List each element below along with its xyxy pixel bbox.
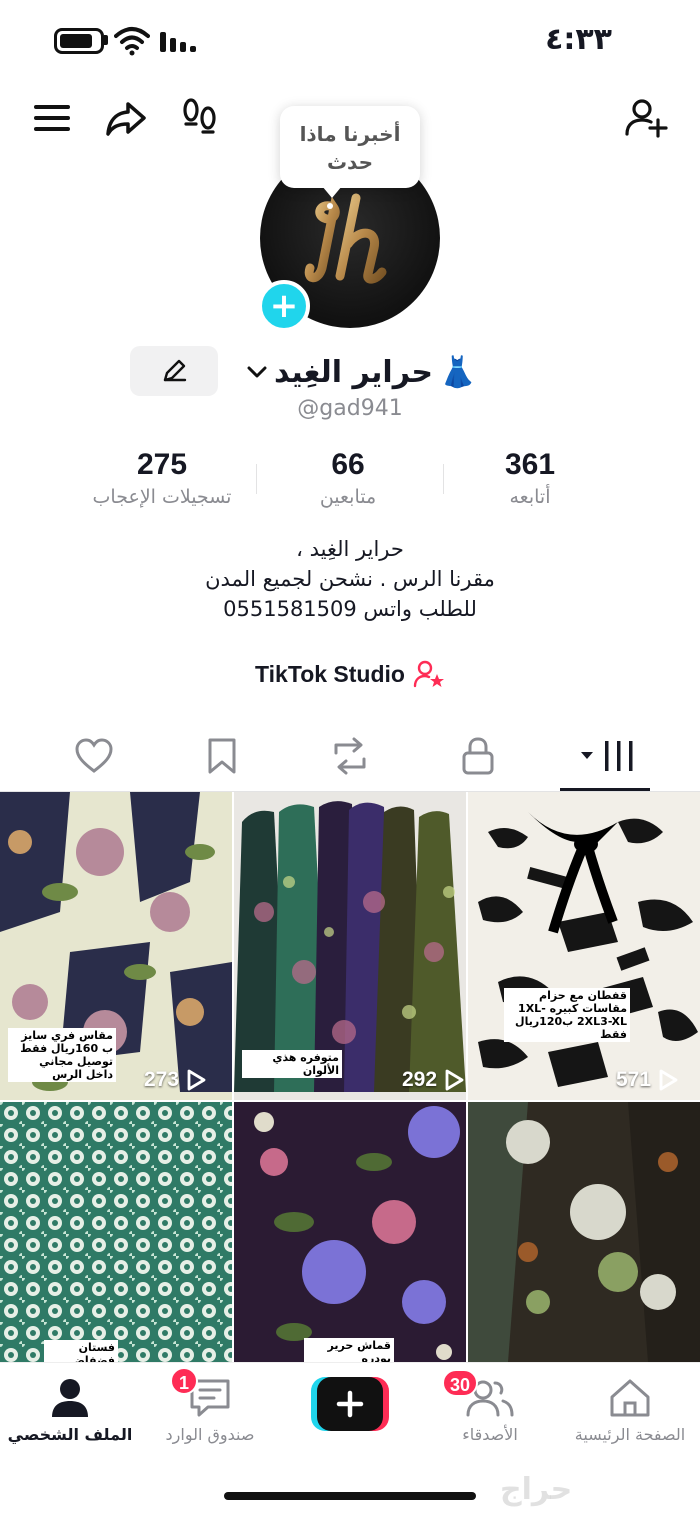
tooltip-line-1: أخبرنا ماذا (299, 122, 401, 146)
video-caption: متوفره هذي الألوان (242, 1050, 342, 1078)
edit-profile-button[interactable] (130, 346, 218, 396)
profile-icon (52, 1379, 88, 1417)
video-thumbnail-image (468, 792, 700, 1100)
tooltip-line-2: حدث (326, 150, 374, 174)
watermark: حراج (500, 1472, 573, 1507)
add-friend-icon[interactable] (624, 96, 668, 140)
video-thumbnail[interactable] (468, 1102, 700, 1362)
nav-profile[interactable]: الملف الشخصي (0, 1373, 140, 1444)
nav-friends-label: الأصدقاء (462, 1425, 518, 1444)
tab-active-indicator (560, 788, 650, 791)
status-time: ٤:٣٣ (545, 22, 612, 57)
tiktok-studio-link[interactable]: TikTok Studio (0, 660, 700, 688)
wifi-icon (114, 27, 150, 56)
battery-nub (104, 35, 108, 45)
create-plus-icon (311, 1377, 389, 1431)
stat-likes[interactable]: 275 تسجيلات الإعجاب (72, 448, 252, 508)
display-name: حراير الغِيد (274, 354, 433, 390)
share-icon[interactable] (104, 96, 148, 140)
play-icon (445, 1069, 464, 1091)
tooltip-bubble[interactable]: أخبرنا ماذا حدث (280, 106, 420, 188)
tab-liked[interactable] (64, 732, 124, 780)
tab-favorites[interactable] (192, 732, 252, 780)
view-count: 292 (402, 1068, 465, 1092)
bio: حراير الغِيد ، مقرنا الرس . نشحن لجميع ا… (0, 534, 700, 624)
repost-icon (334, 737, 366, 775)
view-count: 571 (616, 1068, 679, 1092)
inbox-badge: 1 (170, 1367, 198, 1395)
stat-following[interactable]: 361 أتابعه (440, 448, 620, 508)
stat-followers-label: متابعين (319, 486, 377, 508)
pencil-icon (163, 359, 187, 382)
video-thumbnail-image (234, 1102, 466, 1362)
stat-followers-value: 66 (331, 448, 365, 481)
stat-likes-value: 275 (136, 448, 188, 481)
friends-badge: 30 (442, 1369, 479, 1397)
menu-icon[interactable] (30, 96, 74, 140)
nav-profile-label: الملف الشخصي (7, 1425, 133, 1444)
home-icon (610, 1379, 650, 1417)
dress-emoji: 👗 (439, 354, 477, 390)
video-thumbnail[interactable]: متوفره هذي الألوان 292 (234, 792, 466, 1100)
video-thumbnail-image (0, 1102, 232, 1362)
view-count-value: 273 (144, 1068, 180, 1091)
nav-inbox-label: صندوق الوارد (165, 1425, 255, 1444)
view-count: 273 (144, 1068, 207, 1092)
bio-line-2: مقرنا الرس . نشحن لجميع المدن (205, 567, 495, 591)
video-caption: مقاس فري سايز ب 160ريال فقط توصيل مجاني … (8, 1028, 116, 1082)
video-caption: قماش حرير بودره (304, 1338, 394, 1362)
stat-following-label: أتابعه (509, 486, 551, 508)
video-thumbnail[interactable]: قفطان مع حزام مقاسات كبيره 1XL-2XL3-XL ب… (468, 792, 700, 1100)
tab-private[interactable] (448, 732, 508, 780)
display-name-row[interactable]: حراير الغِيد 👗 (246, 350, 476, 394)
play-icon (187, 1069, 206, 1091)
username: @gad941 (297, 396, 403, 421)
video-thumbnail-image (468, 1102, 700, 1362)
tab-videos[interactable] (572, 732, 642, 780)
nav-home[interactable]: الصفحة الرئيسية (560, 1373, 700, 1444)
video-caption: فستان فضفاض (44, 1340, 118, 1362)
view-count-value: 571 (616, 1068, 652, 1091)
videos-grid-icon (581, 741, 633, 771)
tooltip-tail (322, 186, 342, 198)
studio-label: TikTok Studio (255, 660, 405, 687)
bio-line-1: حراير الغِيد ، (296, 537, 404, 561)
signal-icon (160, 32, 196, 52)
create-button[interactable] (311, 1377, 389, 1431)
status-bar: ٤:٣٣ (0, 0, 700, 80)
bio-line-3: للطلب واتس 0551581509 (223, 597, 477, 621)
creator-star-icon (413, 660, 444, 688)
chevron-down-icon (247, 366, 267, 378)
stat-following-value: 361 (504, 448, 556, 481)
footprints-icon[interactable] (178, 96, 222, 140)
stat-followers[interactable]: 66 متابعين (258, 448, 438, 508)
battery-icon (54, 28, 104, 54)
lock-icon (462, 737, 494, 775)
nav-friends[interactable]: الأصدقاء (420, 1373, 560, 1444)
nav-inbox[interactable]: صندوق الوارد (140, 1373, 280, 1444)
video-caption: قفطان مع حزام مقاسات كبيره 1XL-2XL3-XL ب… (504, 988, 630, 1042)
tab-reposts[interactable] (320, 732, 380, 780)
video-thumbnail[interactable]: مقاس فري سايز ب 160ريال فقط توصيل مجاني … (0, 792, 232, 1100)
home-indicator (224, 1492, 476, 1500)
stat-divider (256, 464, 257, 494)
bookmark-icon (208, 738, 236, 774)
add-story-button[interactable]: + (258, 280, 310, 332)
video-thumbnail[interactable]: قماش حرير بودره (234, 1102, 466, 1362)
stat-divider (443, 464, 444, 494)
nav-home-label: الصفحة الرئيسية (574, 1425, 686, 1444)
stat-likes-label: تسجيلات الإعجاب (92, 486, 232, 508)
play-icon (659, 1069, 678, 1091)
video-thumbnail[interactable]: فستان فضفاض (0, 1102, 232, 1362)
heart-icon (75, 738, 113, 773)
view-count-value: 292 (402, 1068, 438, 1091)
